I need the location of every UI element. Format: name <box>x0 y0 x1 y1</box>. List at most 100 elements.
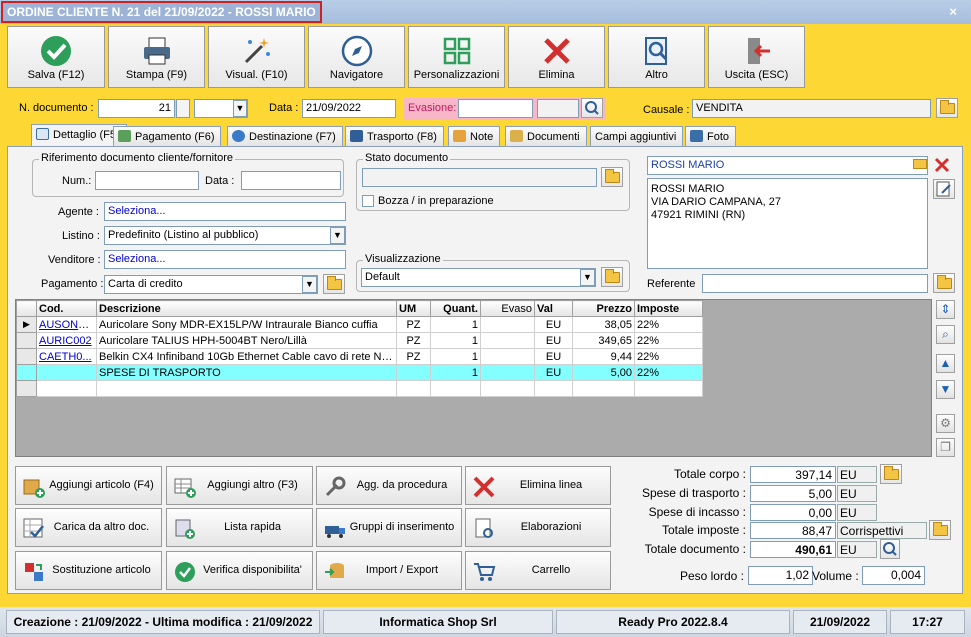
item-code-link[interactable]: AUSON092 <box>39 319 96 331</box>
add-procedure-button[interactable]: Agg. da procedura <box>316 466 462 505</box>
item-prezzo[interactable]: 38,05 <box>572 316 635 333</box>
add-other-button[interactable]: Aggiungi altro (F3) <box>166 466 313 505</box>
table-row[interactable]: ▶ AUSON092 Auricolare Sony MDR-EX15LP/W … <box>16 316 703 333</box>
item-code-link[interactable]: AURIC002 <box>39 335 92 347</box>
delete-button[interactable]: Elimina <box>508 26 605 88</box>
item-prezzo[interactable]: 9,44 <box>572 348 635 365</box>
verify-availability-button[interactable]: Verifica disponibilita' <box>166 551 313 590</box>
bozza-checkbox[interactable] <box>362 195 374 207</box>
evasione-input[interactable] <box>458 99 533 118</box>
num-input[interactable] <box>95 171 199 190</box>
item-prezzo[interactable]: 5,00 <box>572 364 635 381</box>
print-button[interactable]: Stampa (F9) <box>108 26 205 88</box>
cart-button[interactable]: Carrello <box>465 551 611 590</box>
col-evaso[interactable]: Evaso <box>480 300 535 317</box>
chevron-down-icon[interactable]: ▼ <box>233 100 247 117</box>
tab-pagamento[interactable]: Pagamento (F6) <box>113 126 222 147</box>
col-um[interactable]: UM <box>396 300 431 317</box>
col-val[interactable]: Val <box>534 300 573 317</box>
peso-lordo-value[interactable]: 1,02 <box>748 566 813 585</box>
insert-groups-button[interactable]: Gruppi di inserimento <box>316 508 462 547</box>
referente-input[interactable] <box>702 274 928 293</box>
stato-browse-button[interactable] <box>601 167 623 187</box>
spese-trasporto-value[interactable]: 5,00 <box>750 485 836 502</box>
chevron-down-icon[interactable]: ▼ <box>330 227 345 244</box>
tab-documenti[interactable]: Documenti <box>505 126 587 147</box>
chevron-down-icon[interactable]: ▼ <box>302 276 317 293</box>
row-selector[interactable] <box>16 380 37 397</box>
save-button[interactable]: Salva (F12) <box>7 26 105 88</box>
row-selector[interactable] <box>16 332 37 349</box>
load-doc-button[interactable]: Carica da altro doc. <box>15 508 162 547</box>
close-window-button[interactable]: × <box>949 4 957 19</box>
item-qty[interactable]: 1 <box>430 364 481 381</box>
remove-client-icon[interactable] <box>934 157 950 173</box>
customizations-button[interactable]: Personalizzazioni <box>408 26 505 88</box>
navigator-button[interactable]: Navigatore <box>308 26 405 88</box>
item-prezzo[interactable]: 349,65 <box>572 332 635 349</box>
date-input[interactable]: 21/09/2022 <box>302 99 396 118</box>
pagamento-select[interactable]: Carta di credito <box>104 275 318 294</box>
referente-browse-button[interactable] <box>933 273 955 293</box>
search-icon[interactable]: ⌕ <box>936 325 955 344</box>
ndoc-spin[interactable] <box>176 99 190 118</box>
import-export-button[interactable]: Import / Export <box>316 551 462 590</box>
row-selector[interactable] <box>16 364 37 381</box>
col-cod[interactable]: Cod. <box>36 300 97 317</box>
rif-date-input[interactable] <box>241 171 341 190</box>
listino-select[interactable]: Predefinito (Listino al pubblico) <box>104 226 346 245</box>
tab-note[interactable]: Note <box>448 126 501 147</box>
tab-destinazione[interactable]: Destinazione (F7) <box>227 126 343 147</box>
quick-list-button[interactable]: Lista rapida <box>166 508 313 547</box>
totale-imposte-browse-button[interactable] <box>929 520 951 540</box>
venditore-input[interactable]: Seleziona... <box>104 250 346 269</box>
exit-button[interactable]: Uscita (ESC) <box>708 26 805 88</box>
col-prezzo[interactable]: Prezzo <box>572 300 635 317</box>
item-qty[interactable]: 1 <box>430 348 481 365</box>
item-qty[interactable]: 1 <box>430 332 481 349</box>
table-row[interactable]: AURIC002 Auricolare TALIUS HPH-5004BT Ne… <box>16 332 703 349</box>
agente-label: Agente : <box>58 206 99 218</box>
tab-campi-aggiuntivi[interactable]: Campi aggiuntivi <box>590 126 684 147</box>
cliente-name[interactable]: ROSSI MARIO <box>647 156 928 175</box>
items-grid[interactable]: Cod. Descrizione UM Quant. Evaso Val Pre… <box>15 299 932 457</box>
causale-input[interactable]: VENDITA <box>692 99 931 118</box>
delete-line-button[interactable]: Elimina linea <box>465 466 611 505</box>
col-quant[interactable]: Quant. <box>430 300 481 317</box>
processing-button[interactable]: Elaborazioni <box>465 508 611 547</box>
spese-incasso-value[interactable]: 0,00 <box>750 504 836 521</box>
replace-item-button[interactable]: Sostituzione articolo <box>15 551 162 590</box>
visual-browse-button[interactable] <box>601 267 623 287</box>
settings-doc-icon[interactable]: ⚙ <box>936 414 955 433</box>
item-code-link[interactable]: CAETH0... <box>39 351 92 363</box>
pagamento-browse-button[interactable] <box>323 274 345 294</box>
add-item-button[interactable]: Aggiungi articolo (F4) <box>15 466 162 505</box>
row-selector[interactable] <box>16 348 37 365</box>
visual-select[interactable]: Default <box>361 268 596 287</box>
evasione-search-button[interactable] <box>581 98 603 118</box>
table-row[interactable]: CAETH0... Belkin CX4 Infiniband 10Gb Eth… <box>16 348 703 365</box>
arrow-up-icon[interactable]: ▲ <box>936 354 955 373</box>
totale-corpo-browse-button[interactable] <box>880 464 902 484</box>
table-row-new[interactable] <box>16 380 703 397</box>
more-button[interactable]: Altro <box>608 26 705 88</box>
copy-doc-icon[interactable]: ❐ <box>936 438 955 457</box>
volume-value[interactable]: 0,004 <box>862 566 925 585</box>
col-descrizione[interactable]: Descrizione <box>96 300 397 317</box>
move-updown-icon[interactable]: ⇕ <box>936 300 955 319</box>
causale-browse-button[interactable] <box>936 98 958 118</box>
cliente-address[interactable]: ROSSI MARIO VIA DARIO CAMPANA, 27 47921 … <box>647 178 928 269</box>
ndoc-input[interactable]: 21 <box>98 99 175 118</box>
item-qty[interactable]: 1 <box>430 316 481 333</box>
edit-address-button[interactable] <box>933 179 955 199</box>
agente-input[interactable]: Seleziona... <box>104 202 346 221</box>
chevron-down-icon[interactable]: ▼ <box>580 269 595 286</box>
folder-icon[interactable] <box>913 159 927 169</box>
totale-documento-detail-button[interactable] <box>880 539 900 559</box>
table-row[interactable]: SPESE DI TRASPORTO 1 EU 5,00 22% <box>16 364 703 381</box>
arrow-down-icon[interactable]: ▼ <box>936 380 955 399</box>
tab-trasporto[interactable]: Trasporto (F8) <box>345 126 444 147</box>
preview-button[interactable]: Visual. (F10) <box>208 26 305 88</box>
col-imposte[interactable]: Imposte <box>634 300 703 317</box>
tab-foto[interactable]: Foto <box>685 126 737 147</box>
